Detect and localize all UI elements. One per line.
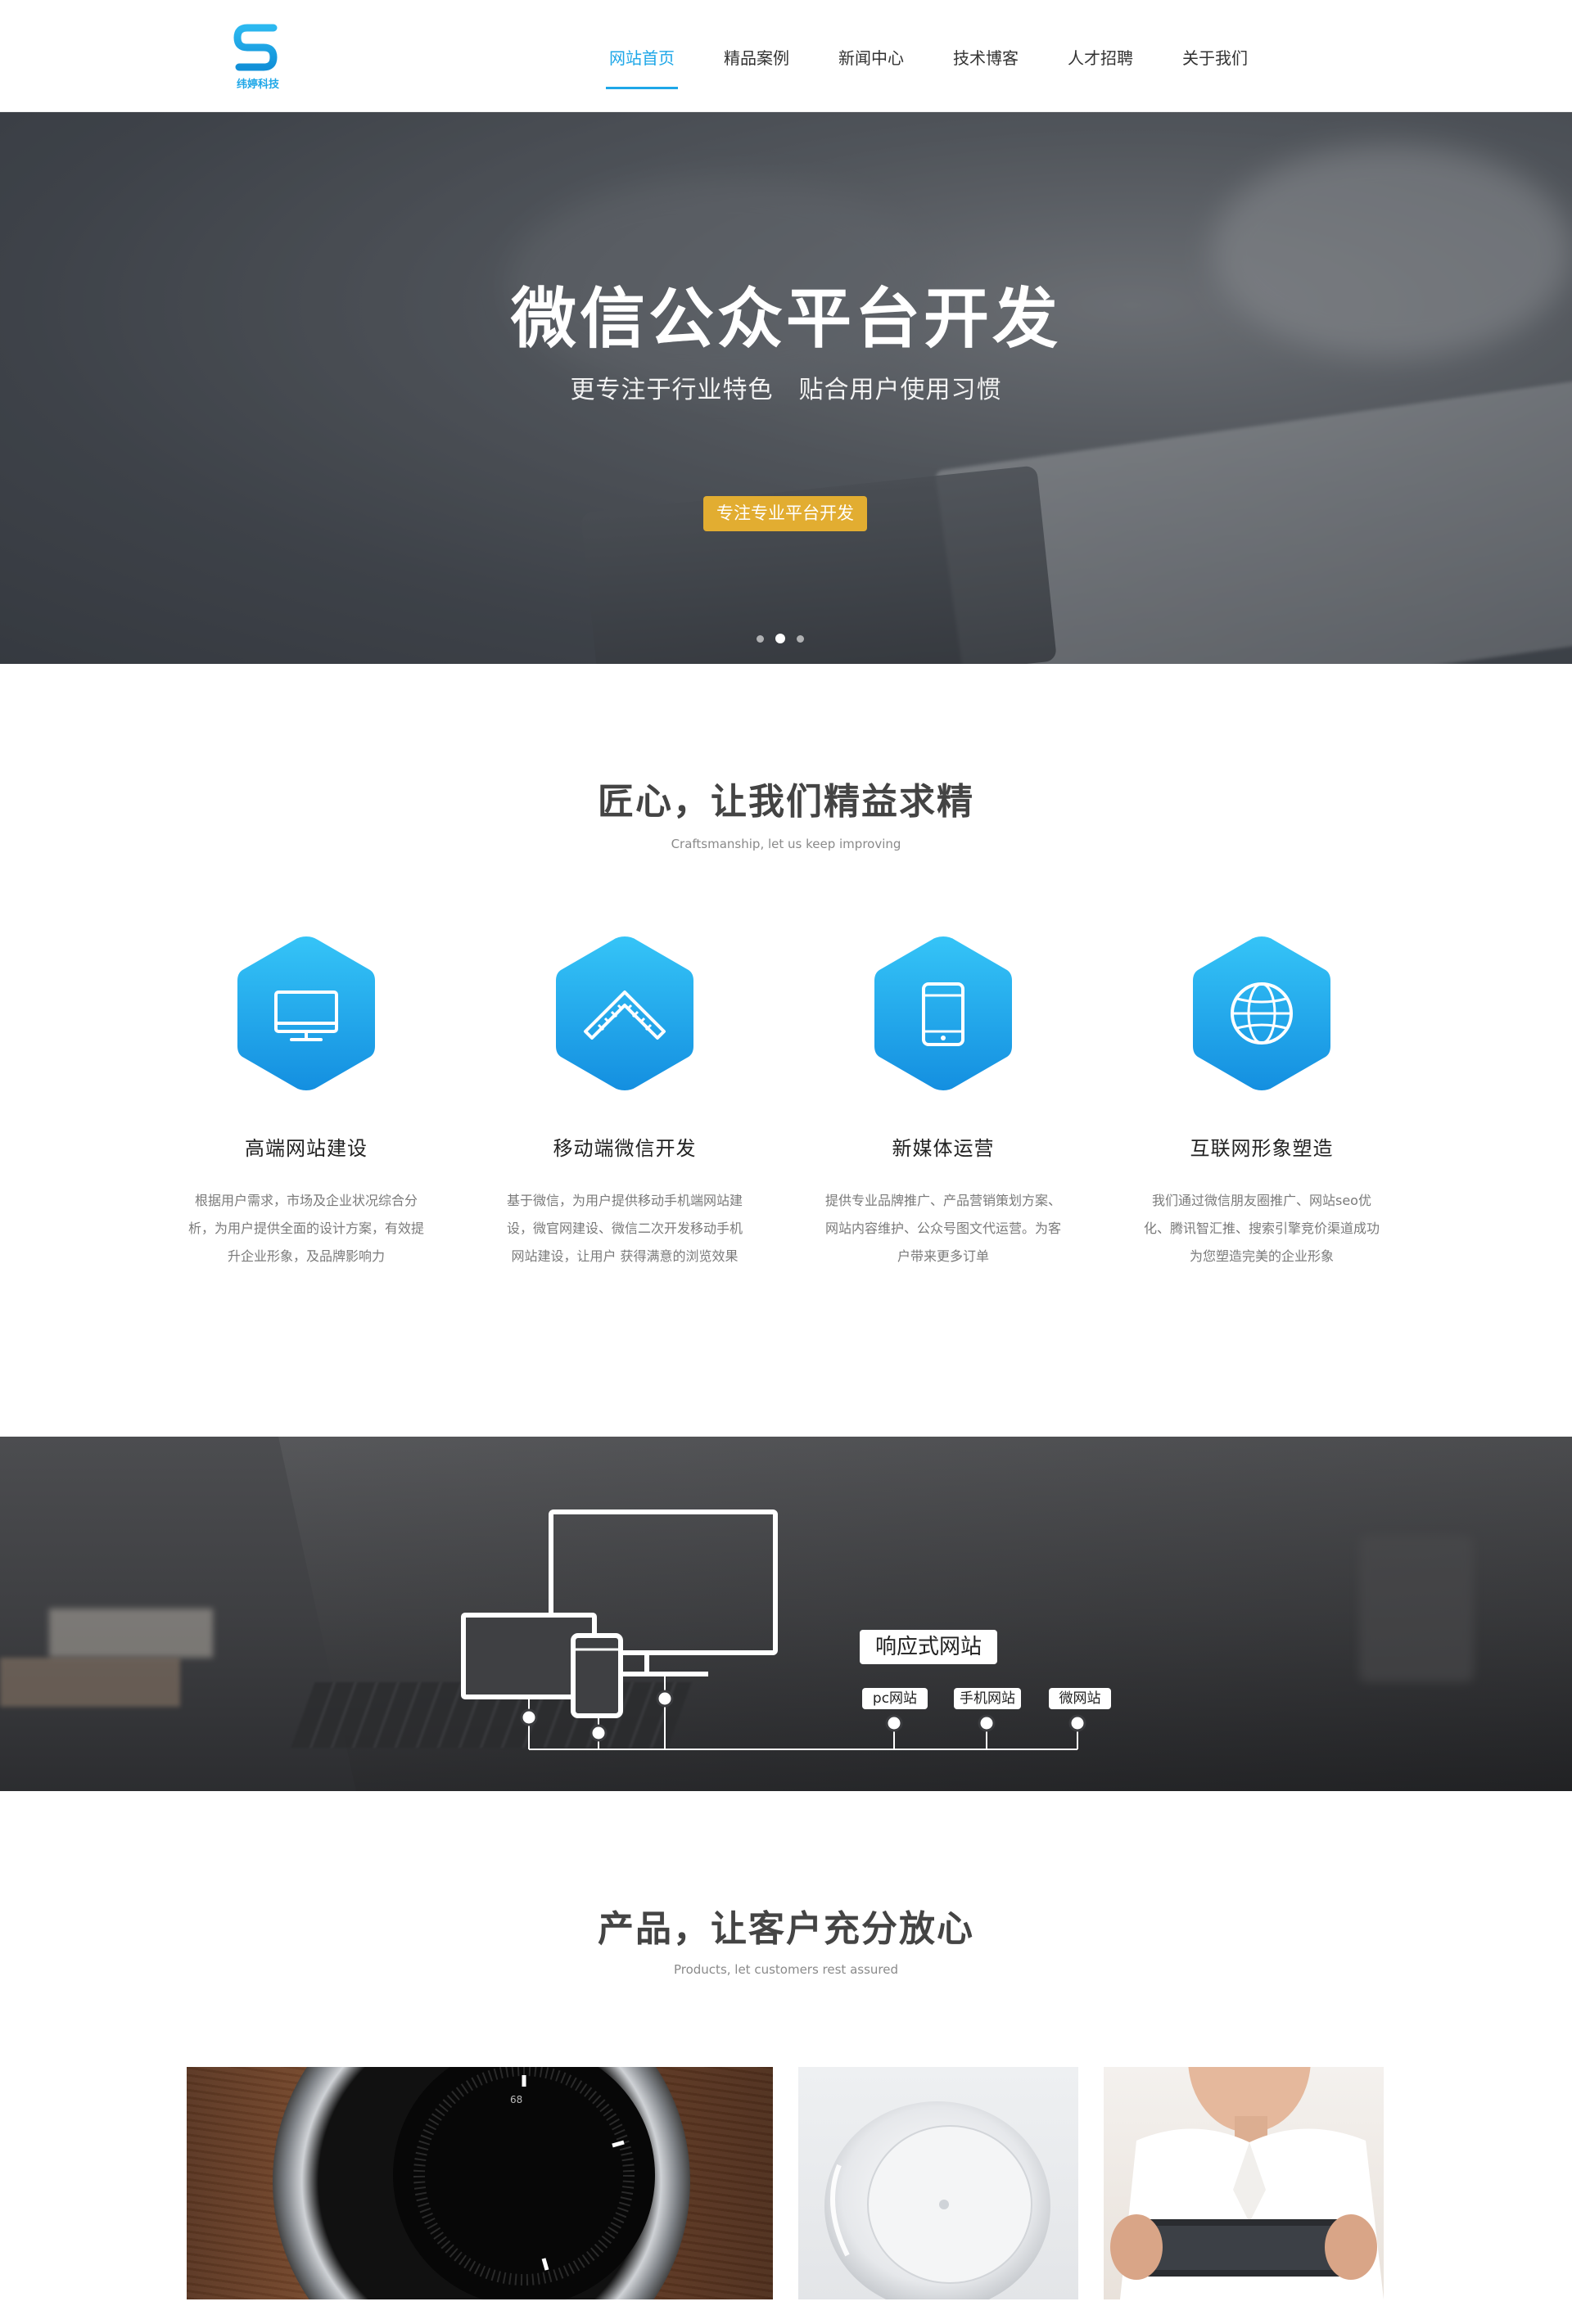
slider-dot-2[interactable] — [775, 634, 785, 643]
monitor-icon — [237, 936, 375, 1090]
service-description: 根据用户需求，市场及企业状况综合分析，为用户提供全面的设计方案，有效提升企业形象… — [187, 1193, 424, 1264]
responsive-banner: 响应式网站 pc网站 手机网站 微网站 — [0, 1437, 1572, 1791]
hero-subtitle: 更专注于行业特色 贴合用户使用习惯 — [570, 376, 1002, 404]
responsive-tag-wechat: 微网站 — [1049, 1688, 1111, 1709]
craft-subtitle: Craftsmanship, let us keep improving — [671, 837, 901, 851]
hero-cta-button[interactable]: 专注专业平台开发 — [703, 496, 867, 531]
service-title: 新媒体运营 — [892, 1137, 995, 1160]
service-title: 互联网形象塑造 — [1190, 1137, 1334, 1160]
phone-game-product-image — [1110, 2067, 1384, 2299]
product-card-knob[interactable]: 68 — [187, 2067, 773, 2299]
logo-text: 纬婷科技 — [236, 79, 279, 91]
slider-dots — [757, 634, 804, 643]
products-subtitle: Products, let customers rest assured — [673, 1962, 898, 1977]
nav-item-news[interactable]: 新闻中心 — [838, 0, 904, 112]
responsive-tag-mobile: 手机网站 — [954, 1688, 1021, 1709]
service-description: 基于微信，为用户提供移动手机端网站建设，微官网建设、微信二次开发移动手机网站建设… — [506, 1193, 743, 1264]
nav-item-home[interactable]: 网站首页 — [606, 0, 678, 112]
main-nav: 网站首页 精品案例 新闻中心 技术博客 人才招聘 关于我们 — [606, 0, 1297, 112]
nav-item-blog[interactable]: 技术博客 — [953, 0, 1019, 112]
devices-illustration — [461, 1509, 1086, 1750]
nav-item-cases[interactable]: 精品案例 — [724, 0, 789, 112]
responsive-title: 响应式网站 — [860, 1630, 997, 1664]
product-card-phone-game[interactable] — [1104, 2067, 1384, 2299]
products-title: 产品，让客户充分放心 — [598, 1908, 974, 1950]
nav-item-about[interactable]: 关于我们 — [1182, 0, 1248, 112]
site-header: 纬婷科技 网站首页 精品案例 新闻中心 技术博客 人才招聘 关于我们 — [0, 0, 1572, 112]
hero-banner: 微信公众平台开发 更专注于行业特色 贴合用户使用习惯 专注专业平台开发 — [0, 112, 1572, 664]
slider-dot-1[interactable] — [757, 634, 764, 643]
ruler-icon — [556, 936, 693, 1090]
logo-s-icon — [233, 24, 278, 71]
knob-product-image: 68 — [273, 2067, 690, 2299]
craft-title: 匠心，让我们精益求精 — [598, 781, 974, 823]
globe-icon — [1193, 936, 1330, 1090]
speaker-product-image — [824, 2101, 1050, 2299]
mobile-icon — [874, 936, 1012, 1090]
service-description: 我们通过微信朋友圈推广、网站seo优化、腾讯智汇推、搜索引擎竞价渠道成功为您塑造… — [1143, 1193, 1380, 1264]
responsive-tag-pc: pc网站 — [862, 1688, 928, 1709]
nav-item-jobs[interactable]: 人才招聘 — [1068, 0, 1133, 112]
service-title: 移动端微信开发 — [553, 1137, 697, 1160]
slider-dot-3[interactable] — [797, 634, 804, 643]
product-card-speaker[interactable] — [798, 2067, 1078, 2299]
knob-dial-number: 68 — [510, 2094, 522, 2105]
service-description: 提供专业品牌推广、产品营销策划方案、网站内容维护、公众号图文代运营。为客户带来更… — [824, 1193, 1061, 1264]
logo[interactable]: 纬婷科技 — [231, 21, 296, 95]
hero-title: 微信公众平台开发 — [511, 281, 1061, 357]
service-title: 高端网站建设 — [245, 1137, 368, 1160]
